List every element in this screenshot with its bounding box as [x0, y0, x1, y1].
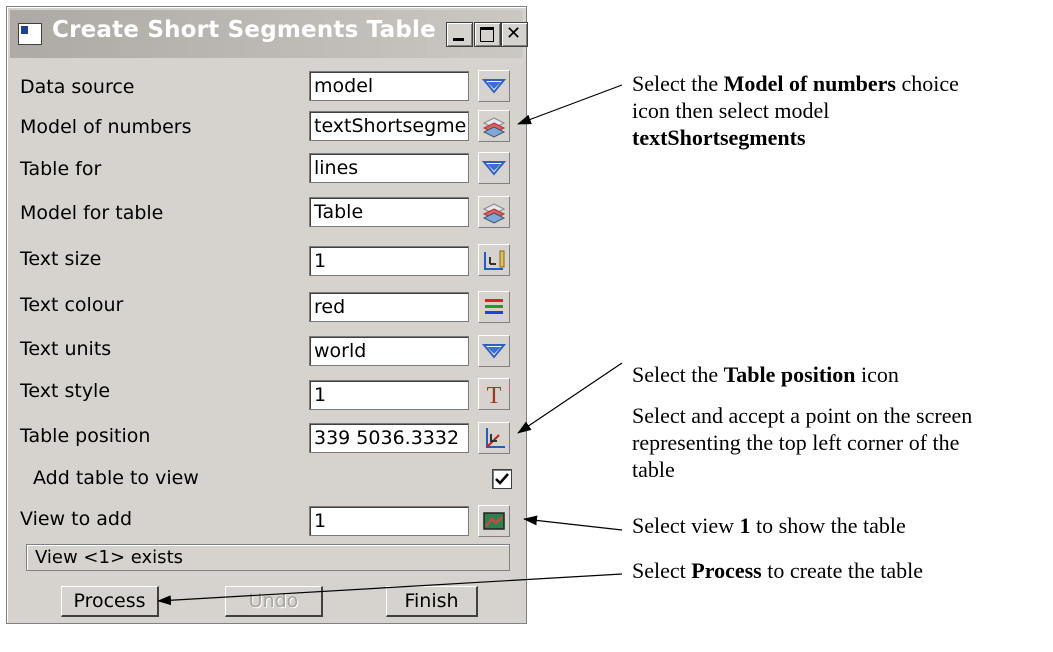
- annotation-view: Select view 1 to show the table: [632, 513, 906, 538]
- annotation-process: Select Process to create the table: [632, 558, 923, 583]
- arrow-process: [157, 573, 623, 606]
- arrow-table-position: [517, 362, 623, 434]
- annotation-model-of-numbers: Select the Model of numbers choice icon …: [632, 71, 959, 150]
- annotation-table-position-icon: Select the Table position icon: [632, 362, 899, 387]
- arrow-view-to-add: [523, 515, 623, 531]
- arrow-model-of-numbers: [517, 84, 623, 125]
- annotation-select-point: Select and accept a point on the screen …: [632, 403, 973, 482]
